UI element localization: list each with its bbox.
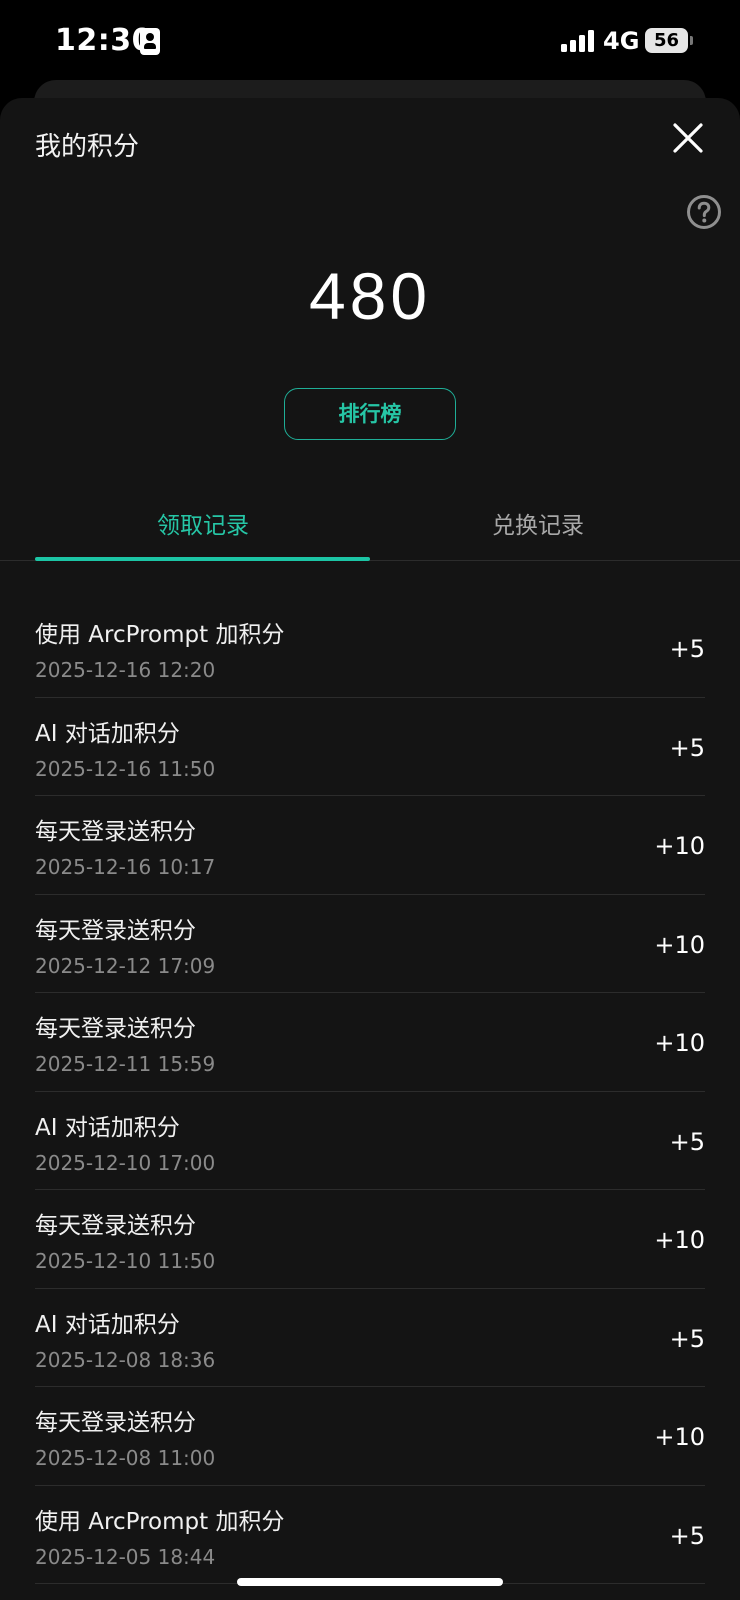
leaderboard-button[interactable]: 排行榜	[284, 388, 456, 440]
record-amount: +5	[669, 733, 705, 762]
record-time: 2025-12-10 11:50	[35, 1249, 216, 1273]
signal-icon	[561, 30, 595, 52]
record-time: 2025-12-12 17:09	[35, 953, 216, 978]
record-amount: +10	[654, 1226, 705, 1254]
list-item[interactable]: 每天登录送积分 2025-12-10 11:50 +10	[35, 1190, 705, 1289]
status-time: 12:30	[55, 23, 153, 58]
list-item[interactable]: 每天登录送积分 2025-12-08 11:00 +10	[35, 1387, 705, 1486]
record-amount: +5	[669, 1521, 705, 1550]
record-title: 每天登录送积分	[35, 819, 196, 845]
network-type: 4G	[603, 27, 640, 55]
record-title: AI 对话加积分	[35, 720, 180, 747]
list-item[interactable]: 每天登录送积分 2025-12-16 10:17 +10	[35, 796, 705, 895]
records-list: 使用 ArcPrompt 加积分 2025-12-16 12:20 +5 AI …	[35, 599, 705, 1584]
record-amount: +10	[654, 1029, 705, 1057]
points-sheet: 我的积分 480 排行榜 领取记录 兑换记录 使用 ArcPrompt 加积分 …	[0, 98, 740, 1600]
record-time: 2025-12-05 18:44	[35, 1544, 216, 1569]
help-button[interactable]	[686, 194, 722, 230]
status-bar: 12:30 4G 56	[0, 0, 740, 84]
record-time: 2025-12-10 17:00	[35, 1150, 216, 1175]
record-amount: +5	[669, 635, 705, 663]
record-time: 2025-12-16 10:17	[35, 855, 216, 879]
record-time: 2025-12-08 11:00	[35, 1446, 216, 1470]
close-icon	[673, 123, 703, 153]
tab-claim-records[interactable]: 领取记录	[35, 506, 371, 540]
contact-card-icon	[140, 28, 160, 55]
list-item[interactable]: 使用 ArcPrompt 加积分 2025-12-05 18:44 +5	[35, 1486, 705, 1584]
record-title: AI 对话加积分	[35, 1311, 180, 1338]
record-amount: +10	[654, 832, 705, 860]
record-title: 使用 ArcPrompt 加积分	[35, 622, 285, 648]
tab-redeem-records[interactable]: 兑换记录	[370, 506, 706, 540]
list-item[interactable]: AI 对话加积分 2025-12-16 11:50 +5	[35, 698, 705, 796]
record-time: 2025-12-11 15:59	[35, 1052, 216, 1076]
list-item[interactable]: 每天登录送积分 2025-12-11 15:59 +10	[35, 993, 705, 1092]
battery-icon: 56	[645, 28, 688, 53]
home-indicator[interactable]	[237, 1578, 503, 1586]
battery-cap	[690, 36, 693, 45]
record-time: 2025-12-16 12:20	[35, 658, 216, 682]
record-title: 使用 ArcPrompt 加积分	[35, 1508, 285, 1535]
record-amount: +10	[654, 930, 705, 959]
record-amount: +10	[654, 1423, 705, 1451]
record-amount: +5	[669, 1127, 705, 1156]
record-amount: +5	[669, 1324, 705, 1353]
record-title: 每天登录送积分	[35, 917, 196, 944]
close-button[interactable]	[668, 118, 708, 158]
list-item[interactable]: 使用 ArcPrompt 加积分 2025-12-16 12:20 +5	[35, 599, 705, 698]
record-tabs: 领取记录 兑换记录	[0, 488, 740, 561]
record-time: 2025-12-16 11:50	[35, 756, 216, 781]
page-title: 我的积分	[35, 132, 140, 162]
record-title: AI 对话加积分	[35, 1114, 180, 1141]
record-time: 2025-12-08 18:36	[35, 1347, 216, 1372]
list-item[interactable]: AI 对话加积分 2025-12-10 17:00 +5	[35, 1092, 705, 1190]
points-total: 480	[308, 259, 432, 333]
list-item[interactable]: 每天登录送积分 2025-12-12 17:09 +10	[35, 895, 705, 993]
record-title: 每天登录送积分	[35, 1213, 196, 1239]
record-title: 每天登录送积分	[35, 1016, 196, 1042]
list-item[interactable]: AI 对话加积分 2025-12-08 18:36 +5	[35, 1289, 705, 1387]
battery-level: 56	[653, 30, 680, 51]
record-title: 每天登录送积分	[35, 1410, 196, 1436]
active-tab-indicator	[35, 557, 370, 561]
help-icon	[687, 195, 721, 229]
